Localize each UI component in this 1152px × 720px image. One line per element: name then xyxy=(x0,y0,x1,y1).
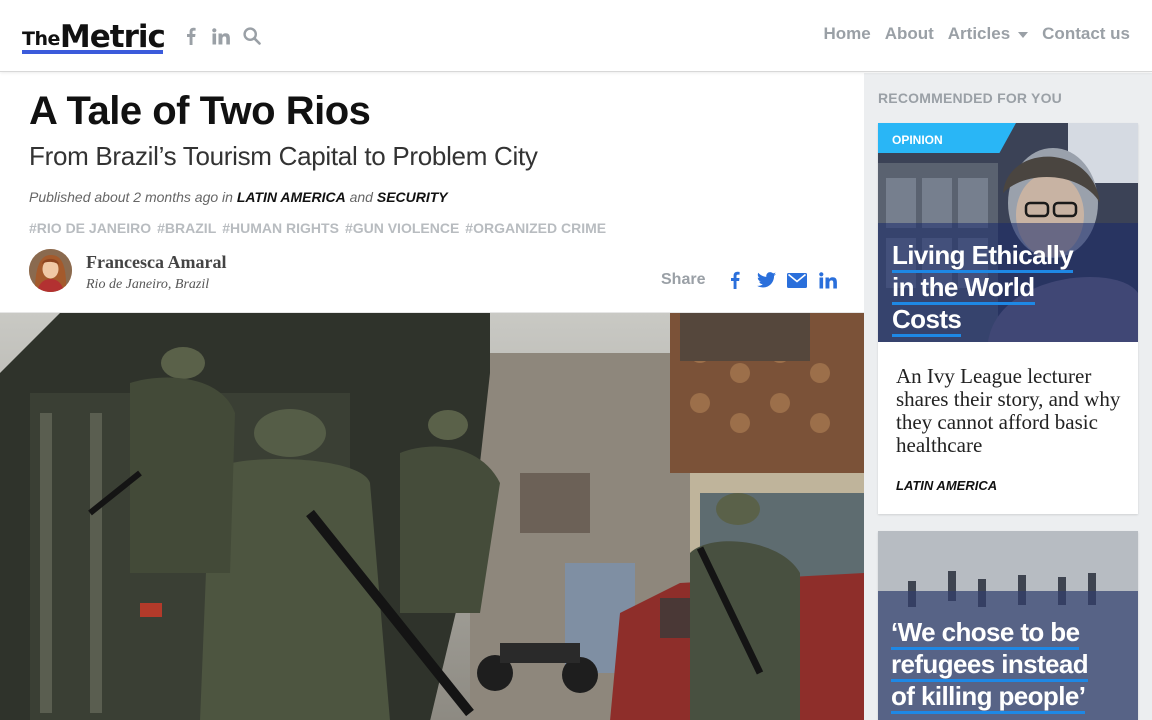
author-location: Rio de Janeiro, Brazil xyxy=(86,277,210,292)
logo-metric: Metric xyxy=(59,19,166,55)
tag-link[interactable]: #BRAZIL xyxy=(157,220,216,236)
nav-articles-label: Articles xyxy=(947,24,1011,43)
hero-image xyxy=(0,312,864,720)
nav-contact[interactable]: Contact us xyxy=(1042,24,1130,44)
article-meta: Published about 2 months ago in LATIN AM… xyxy=(29,189,448,205)
main-nav: Home About Articles Contact us xyxy=(809,24,1130,44)
share-label: Share xyxy=(661,271,706,288)
recommended-card[interactable]: OPINION Living Ethically in the World Co… xyxy=(878,123,1138,514)
search-icon[interactable] xyxy=(242,24,262,48)
tag-link[interactable]: #RIO DE JANEIRO xyxy=(29,220,151,236)
opinion-badge: OPINION xyxy=(878,123,1016,153)
article-subtitle: From Brazil’s Tourism Capital to Problem… xyxy=(29,141,538,171)
card-title-line: ‘We chose to be xyxy=(891,618,1080,650)
mail-icon[interactable] xyxy=(786,269,808,291)
nav-about[interactable]: About xyxy=(885,24,934,44)
tag-list: #RIO DE JANEIRO #BRAZIL #HUMAN RIGHTS #G… xyxy=(29,220,606,236)
card-title-line: Living Ethically xyxy=(892,241,1074,273)
nav-articles[interactable]: Articles xyxy=(947,24,1029,44)
site-header: The Metric Home About Articles Contact u… xyxy=(0,0,1152,72)
card-title: Living Ethically in the World Costs xyxy=(892,241,1074,337)
card-title-line: refugees instead xyxy=(891,650,1089,682)
author-name[interactable]: Francesca Amaral xyxy=(86,252,226,273)
logo-the: The xyxy=(22,28,60,50)
recommended-card[interactable]: ‘We chose to be refugees instead of kill… xyxy=(878,531,1138,720)
nav-home[interactable]: Home xyxy=(823,24,870,44)
linkedin-icon[interactable] xyxy=(211,24,231,48)
card-excerpt: An Ivy League lecturer shares their stor… xyxy=(896,364,1121,457)
article: A Tale of Two Rios From Brazil’s Tourism… xyxy=(0,73,864,720)
logo-underline xyxy=(22,50,163,54)
facebook-icon[interactable] xyxy=(184,24,198,48)
article-title: A Tale of Two Rios xyxy=(29,89,371,133)
sidebar: RECOMMENDED FOR YOU OPINION Living Ethic… xyxy=(864,73,1152,720)
card-title: ‘We chose to be refugees instead of kill… xyxy=(891,618,1089,714)
share-bar: Share xyxy=(661,269,839,291)
card-title-line: Costs xyxy=(892,305,962,337)
tag-link[interactable]: #ORGANIZED CRIME xyxy=(465,220,606,236)
meta-conjunction: and xyxy=(349,189,373,205)
published-text: Published about 2 months ago in xyxy=(29,189,233,205)
site-logo[interactable]: The Metric xyxy=(22,14,166,55)
category-link-security[interactable]: SECURITY xyxy=(377,189,448,205)
card-title-line: of killing people’ xyxy=(891,682,1086,714)
chevron-down-icon xyxy=(1018,32,1029,38)
recommended-heading: RECOMMENDED FOR YOU xyxy=(878,90,1062,106)
facebook-icon[interactable] xyxy=(724,269,746,291)
card-title-line: in the World xyxy=(892,273,1035,305)
card-category[interactable]: LATIN AMERICA xyxy=(896,478,997,493)
twitter-icon[interactable] xyxy=(755,269,777,291)
category-link-latin-america[interactable]: LATIN AMERICA xyxy=(237,189,346,205)
tag-link[interactable]: #HUMAN RIGHTS xyxy=(222,220,339,236)
tag-link[interactable]: #GUN VIOLENCE xyxy=(345,220,459,236)
author-avatar[interactable] xyxy=(29,249,72,292)
linkedin-icon[interactable] xyxy=(817,269,839,291)
